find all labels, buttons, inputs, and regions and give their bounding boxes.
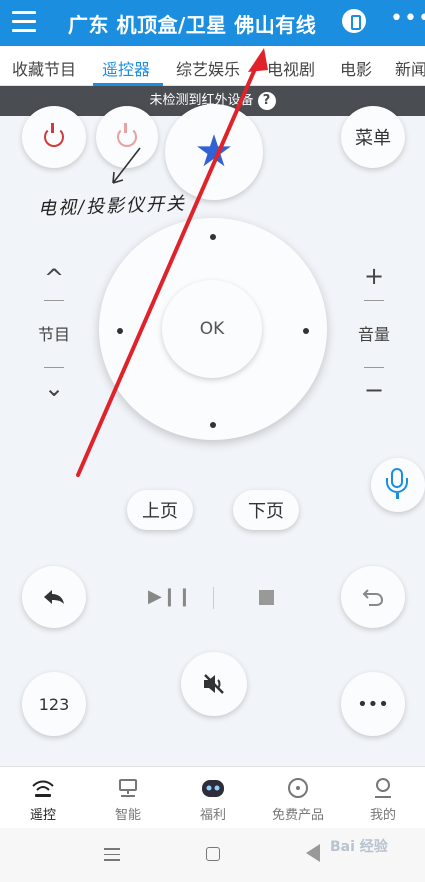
back-triangle-icon[interactable] [306,844,320,862]
user-icon [348,775,418,801]
volume-label: 音量 [357,325,390,344]
menu-button[interactable]: 菜单 [341,106,405,168]
robot-face-icon [178,775,248,801]
volume-control: + 音量 − [354,264,394,402]
direction-pad[interactable]: OK [99,218,327,440]
dpad-up[interactable] [210,234,216,240]
nav-smart[interactable]: 智能 [93,775,163,823]
mute-button[interactable] [181,652,247,716]
volume-down-button[interactable]: − [354,378,394,402]
more-functions-button[interactable]: ••• [341,672,405,736]
numpad-button[interactable]: 123 [22,672,86,736]
nav-welfare[interactable]: 福利 [178,775,248,823]
help-icon[interactable]: ? [257,91,276,110]
mute-icon [204,674,224,694]
nav-mine-label: 我的 [369,808,396,823]
channel-down-button[interactable]: ⌄ [34,376,74,400]
tab-remote[interactable]: 遥控器 [102,56,150,80]
more-dots-icon[interactable]: ••• [390,6,425,31]
projector-power-button[interactable] [96,106,158,168]
channel-control: ^ 节目 ⌄ [34,266,74,400]
nav-free-products[interactable]: 免费产品 [263,775,333,823]
page-up-button[interactable]: 上页 [127,490,193,530]
tab-favorites[interactable]: 收藏节目 [12,56,76,80]
return-icon [362,589,384,606]
watermark: Bai 经验 [330,839,388,855]
divider [44,300,64,301]
remote-device-icon[interactable] [342,9,366,33]
divider [44,367,64,368]
power-icon [44,123,64,147]
tab-variety[interactable]: 综艺娱乐 [176,56,240,80]
recent-apps-icon[interactable] [104,848,120,865]
volume-up-button[interactable]: + [354,264,394,288]
divider [364,300,384,301]
tab-movies[interactable]: 电影 [340,56,372,80]
nav-smart-label: 智能 [114,808,141,823]
power-button[interactable] [22,106,86,168]
stop-icon[interactable] [259,590,274,605]
category-tabs: 收藏节目 遥控器 综艺娱乐 电视剧 电影 新闻 [0,46,425,86]
divider [364,367,384,368]
page-down-button[interactable]: 下页 [233,490,299,530]
nav-remote[interactable]: 遥控 [8,775,78,823]
tab-tv-series[interactable]: 电视剧 [267,56,315,80]
nav-remote-label: 遥控 [29,808,56,823]
bottom-navigation: 遥控 智能 福利 免费产品 我的 [0,766,425,828]
microphone-icon-arc [386,478,408,493]
star-icon: ★ [194,126,234,177]
tab-news[interactable]: 新闻 [395,56,425,80]
ok-button[interactable]: OK [162,280,262,378]
dpad-right[interactable] [303,328,309,334]
nav-welfare-label: 福利 [199,808,226,823]
hamburger-menu-icon[interactable] [12,11,36,33]
nav-mine[interactable]: 我的 [348,775,418,823]
dpad-left[interactable] [117,328,123,334]
projector-power-icon [117,123,137,147]
free-product-icon [263,775,333,801]
top-bar: 广东 机顶盒/卫星 佛山有线 ••• [0,0,425,46]
favorite-star-button[interactable]: ★ [165,104,263,200]
back-arrow-icon [44,590,64,604]
voice-button[interactable] [371,458,425,512]
divider [213,587,214,609]
play-pause-icon[interactable]: ▶❙❙ [148,586,192,607]
smart-device-icon [93,775,163,801]
microphone-icon-stem [396,493,399,499]
back-button[interactable] [22,566,86,628]
home-icon[interactable] [206,847,220,861]
channel-up-button[interactable]: ^ [34,266,74,290]
nav-free-label: 免费产品 [271,808,324,823]
return-button[interactable] [341,566,405,628]
device-title[interactable]: 广东 机顶盒/卫星 佛山有线 [68,9,316,38]
remote-wifi-icon [8,775,78,801]
channel-label: 节目 [37,325,70,344]
dpad-down[interactable] [210,422,216,428]
annotation-text: 电视/投影仪开关 [37,193,187,220]
